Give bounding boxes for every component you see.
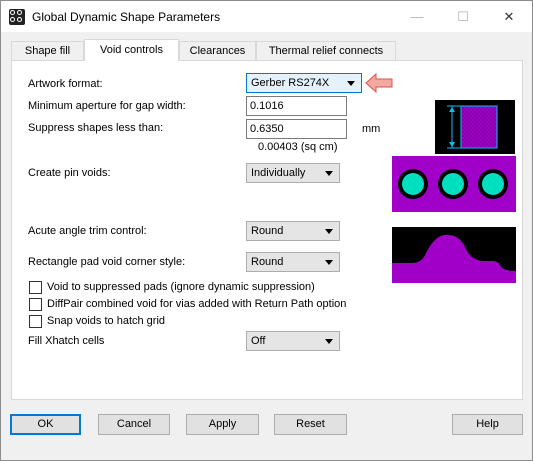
fill-xhatch-select[interactable]: Off <box>246 331 340 351</box>
suppress-shapes-field[interactable]: 0.6350 <box>246 119 347 139</box>
min-aperture-label: Minimum aperture for gap width: <box>28 100 186 112</box>
suppress-area-note: 0.00403 (sq cm) <box>258 141 338 153</box>
minimize-button[interactable]: — <box>394 1 440 32</box>
snap-voids-label: Snap voids to hatch grid <box>47 315 166 327</box>
ok-button[interactable]: OK <box>10 414 81 435</box>
chevron-down-icon <box>325 229 333 234</box>
create-pin-voids-value: Individually <box>251 167 306 179</box>
acute-angle-select[interactable]: Round <box>246 221 340 241</box>
tab-clearances[interactable]: Clearances <box>179 41 256 61</box>
create-pin-voids-select[interactable]: Individually <box>246 163 340 183</box>
fill-xhatch-value: Off <box>251 335 266 347</box>
reset-button[interactable]: Reset <box>274 414 347 435</box>
create-pin-voids-label: Create pin voids: <box>28 167 111 179</box>
app-icon <box>9 9 25 25</box>
chevron-down-icon <box>325 171 333 176</box>
aperture-preview-image <box>435 100 515 154</box>
close-button[interactable]: ✕ <box>486 1 532 32</box>
suppress-shapes-label: Suppress shapes less than: <box>28 122 164 134</box>
rect-pad-corner-select[interactable]: Round <box>246 252 340 272</box>
acute-angle-preview-image <box>392 227 516 283</box>
fill-xhatch-label: Fill Xhatch cells <box>28 335 105 347</box>
void-suppressed-pads-label: Void to suppressed pads (ignore dynamic … <box>47 281 315 293</box>
maximize-button[interactable]: ☐ <box>440 1 486 32</box>
cancel-button[interactable]: Cancel <box>98 414 170 435</box>
artwork-format-select[interactable]: Gerber RS274X <box>246 73 362 93</box>
min-aperture-field[interactable]: 0.1016 <box>246 96 347 116</box>
acute-angle-label: Acute angle trim control: <box>28 225 147 237</box>
rect-pad-corner-value: Round <box>251 256 284 268</box>
pin-voids-preview-image <box>392 156 516 212</box>
tab-thermal-relief[interactable]: Thermal relief connects <box>256 41 396 61</box>
rect-pad-corner-label: Rectangle pad void corner style: <box>28 256 186 268</box>
void-suppressed-pads-checkbox[interactable] <box>29 281 42 294</box>
chevron-down-icon <box>325 339 333 344</box>
snap-voids-checkbox[interactable] <box>29 315 42 328</box>
diffpair-void-checkbox[interactable] <box>29 298 42 311</box>
diffpair-void-label: DiffPair combined void for vias added wi… <box>47 298 347 310</box>
help-button[interactable]: Help <box>452 414 523 435</box>
artwork-format-value: Gerber RS274X <box>251 77 330 89</box>
dialog-window: Global Dynamic Shape Parameters — ☐ ✕ Sh… <box>0 0 533 461</box>
chevron-down-icon <box>347 81 355 86</box>
suppress-shapes-unit: mm <box>362 123 381 135</box>
tab-shape-fill[interactable]: Shape fill <box>11 41 84 61</box>
apply-button[interactable]: Apply <box>186 414 259 435</box>
pointer-arrow-icon <box>365 73 393 93</box>
artwork-format-label: Artwork format: <box>28 78 103 90</box>
chevron-down-icon <box>325 260 333 265</box>
acute-angle-value: Round <box>251 225 284 237</box>
tab-void-controls[interactable]: Void controls <box>84 39 179 61</box>
window-title: Global Dynamic Shape Parameters <box>32 10 221 24</box>
title-bar: Global Dynamic Shape Parameters — ☐ ✕ <box>1 1 532 32</box>
